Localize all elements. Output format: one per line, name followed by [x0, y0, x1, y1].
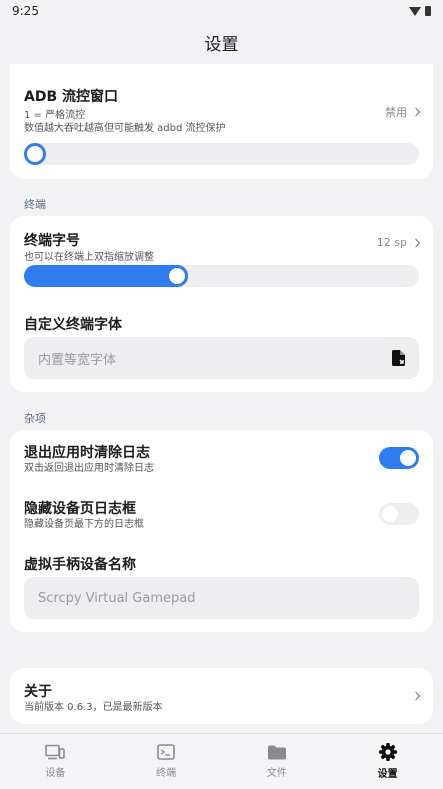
custom-font-title: 自定义终端字体 [24, 317, 122, 333]
status-bar: 9:25 [0, 0, 443, 22]
nav-label-files: 文件 [266, 767, 287, 779]
custom-font-input[interactable]: 内置等宽字体 [24, 337, 419, 379]
terminal-card: 终端字号 也可以在终端上双指缩放调整 12 sp 自定义终端字体 内置等宽字体 [10, 216, 433, 392]
terminal-font-size-slider[interactable] [24, 265, 419, 287]
file-picker-icon[interactable] [392, 350, 405, 366]
adb-flow-window-title: ADB 流控窗口 [24, 89, 119, 105]
gear-icon [378, 743, 397, 761]
section-terminal-label: 终端 [24, 198, 46, 211]
about-card[interactable]: 关于 当前版本 0.6.3，已是最新版本 [10, 668, 433, 724]
nav-label-device: 设备 [45, 768, 66, 779]
folder-icon [267, 745, 286, 760]
misc-card: 退出应用时清除日志 双击返回退出应用时清除日志 隐藏设备页日志框 隐藏设备页最下… [10, 430, 433, 632]
adb-slider-thumb[interactable] [24, 143, 46, 165]
page-title: 设置 [204, 34, 239, 55]
clear-log-row[interactable]: 退出应用时清除日志 双击返回退出应用时清除日志 [24, 442, 419, 475]
status-time: 9:25 [12, 4, 39, 18]
nav-item-settings[interactable]: 设置 [332, 734, 443, 789]
adb-flow-window-value-text: 禁用 [385, 106, 407, 119]
chevron-right-icon [411, 238, 421, 247]
adb-flow-window-sub2: 数值越大吞吐越高但可能触发 adbd 流控保护 [24, 123, 226, 134]
adb-flow-window-sub1: 1 = 严格流控 [24, 110, 86, 121]
nav-item-files[interactable]: 文件 [222, 734, 333, 789]
nav-label-terminal: 终端 [156, 768, 177, 779]
nav-label-settings: 设置 [377, 769, 398, 780]
terminal-font-size-value[interactable]: 12 sp [376, 236, 421, 249]
terminal-font-size-row[interactable]: 终端字号 也可以在终端上双指缩放调整 12 sp [24, 230, 421, 264]
clear-log-title: 退出应用时清除日志 [24, 445, 150, 461]
adb-flow-window-slider[interactable] [24, 143, 419, 165]
clear-log-switch[interactable] [379, 447, 419, 469]
terminal-icon [157, 744, 175, 760]
hide-log-sub: 隐藏设备页最下方的日志框 [24, 519, 144, 530]
about-title: 关于 [24, 684, 52, 700]
chevron-right-icon [411, 107, 421, 117]
clear-log-sub: 双击返回退出应用时清除日志 [24, 463, 154, 474]
gamepad-name-placeholder: Scrcpy Virtual Gamepad [38, 590, 196, 606]
adb-card: ADB 流控窗口 1 = 严格流控 数值越大吞吐越高但可能触发 adbd 流控保… [10, 64, 433, 179]
hide-log-row[interactable]: 隐藏设备页日志框 隐藏设备页最下方的日志框 [24, 498, 419, 531]
hide-log-title: 隐藏设备页日志框 [24, 501, 136, 517]
terminal-font-size-title: 终端字号 [24, 233, 80, 249]
terminal-slider-thumb[interactable] [165, 265, 188, 287]
terminal-slider-fill [24, 265, 188, 287]
bottom-nav: 设备 终端 文件 设置 [0, 733, 443, 789]
wifi-icon [409, 6, 421, 16]
gamepad-name-title: 虚拟手柄设备名称 [24, 557, 136, 573]
chevron-right-icon [411, 691, 421, 701]
section-misc-label: 杂项 [24, 412, 46, 425]
gamepad-name-input[interactable]: Scrcpy Virtual Gamepad [24, 577, 419, 619]
adb-flow-window-row[interactable]: ADB 流控窗口 1 = 严格流控 数值越大吞吐越高但可能触发 adbd 流控保… [24, 86, 421, 135]
custom-font-row: 自定义终端字体 [24, 314, 419, 334]
about-sub: 当前版本 0.6.3，已是最新版本 [24, 702, 163, 713]
terminal-font-size-sub: 也可以在终端上双指缩放调整 [24, 252, 154, 263]
adb-flow-window-value[interactable]: 禁用 [385, 104, 421, 120]
terminal-font-size-value-text: 12 sp [376, 236, 407, 249]
device-icon [45, 744, 66, 760]
nav-item-device[interactable]: 设备 [0, 734, 111, 789]
status-icons [409, 6, 431, 16]
about-chevron [411, 691, 421, 701]
custom-font-placeholder: 内置等宽字体 [38, 352, 117, 368]
battery-icon [425, 6, 431, 16]
nav-item-terminal[interactable]: 终端 [111, 734, 222, 789]
gamepad-name-row: 虚拟手柄设备名称 [24, 554, 419, 574]
switch-knob [382, 506, 398, 522]
hide-log-switch[interactable] [379, 503, 419, 525]
about-row[interactable]: 关于 当前版本 0.6.3，已是最新版本 [24, 681, 421, 714]
switch-knob [400, 450, 416, 466]
